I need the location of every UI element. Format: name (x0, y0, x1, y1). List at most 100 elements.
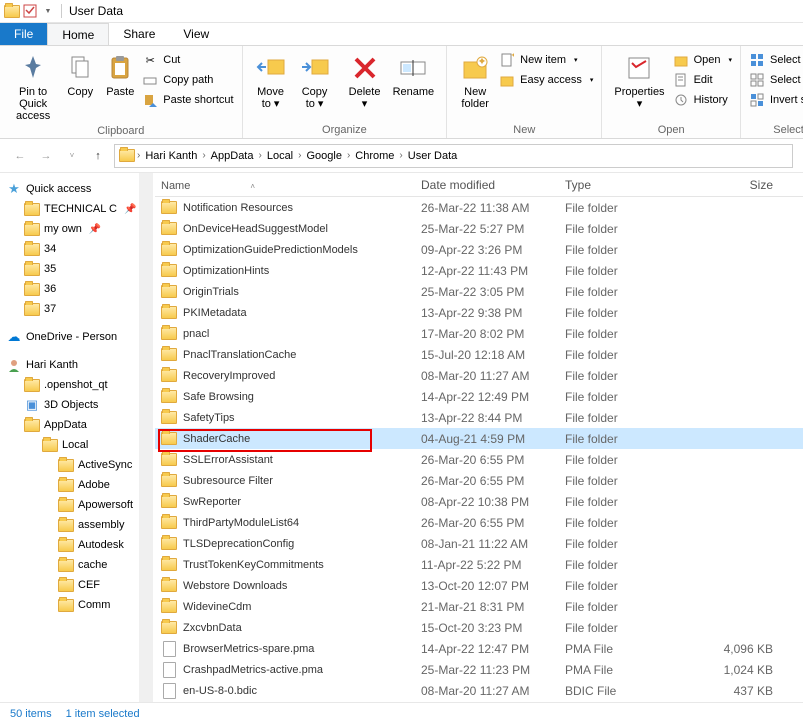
file-row[interactable]: SwReporter08-Apr-22 10:38 PMFile folder (155, 491, 803, 512)
file-row[interactable]: BrowserMetrics-spare.pma14-Apr-22 12:47 … (155, 638, 803, 659)
file-row[interactable]: Notification Resources26-Mar-22 11:38 AM… (155, 197, 803, 218)
file-size: 437 KB (681, 684, 803, 698)
dropdown-icon[interactable]: ▼ (40, 3, 56, 19)
save-icon[interactable] (22, 3, 38, 19)
tab-file[interactable]: File (0, 23, 47, 45)
tree-item[interactable]: Autodesk (0, 535, 155, 555)
copy-path-button[interactable]: Copy path (142, 72, 233, 88)
file-type: File folder (565, 495, 681, 509)
tree-quick-access[interactable]: ★Quick access (0, 179, 155, 199)
file-name: Webstore Downloads (183, 580, 287, 592)
file-row[interactable]: Webstore Downloads13-Oct-20 12:07 PMFile… (155, 575, 803, 596)
open-button[interactable]: Open▾ (673, 52, 732, 68)
breadcrumb-segment[interactable]: Hari Kanth (142, 150, 200, 162)
scrollbar-thumb[interactable] (139, 173, 153, 223)
new-folder-button[interactable]: ✦ Newfolder (453, 50, 497, 112)
breadcrumb-segment[interactable]: Chrome (352, 150, 397, 162)
file-row[interactable]: Safe Browsing14-Apr-22 12:49 PMFile fold… (155, 386, 803, 407)
tree-item[interactable]: 36 (0, 279, 155, 299)
file-name: en-US-8-0.bdic (183, 685, 257, 697)
paste-shortcut-button[interactable]: Paste shortcut (142, 92, 233, 108)
column-type[interactable]: Type (559, 178, 675, 192)
breadcrumb-segment[interactable]: Local (264, 150, 296, 162)
column-name[interactable]: Name˄ (155, 178, 415, 192)
paste-button[interactable]: Paste (100, 50, 140, 100)
edit-button[interactable]: Edit (673, 72, 732, 88)
column-date[interactable]: Date modified (415, 178, 559, 192)
up-button[interactable]: ↑ (88, 146, 108, 166)
nav-tree[interactable]: ★Quick access TECHNICAL C📌 my own📌 34 35… (0, 173, 155, 702)
file-row[interactable]: ZxcvbnData15-Oct-20 3:23 PMFile folder (155, 617, 803, 638)
file-row[interactable]: RecoveryImproved08-Mar-20 11:27 AMFile f… (155, 365, 803, 386)
tree-item[interactable]: ActiveSync (0, 455, 155, 475)
status-bar: 50 items 1 item selected (0, 702, 803, 724)
ribbon: Pin to Quickaccess Copy Paste ✂Cut Copy … (0, 46, 803, 139)
breadcrumb[interactable]: › Hari Kanth› AppData› Local› Google› Ch… (114, 144, 793, 168)
forward-button[interactable]: → (36, 146, 56, 166)
tree-item[interactable]: CEF (0, 575, 155, 595)
folder-icon (161, 389, 177, 405)
tab-share[interactable]: Share (109, 23, 169, 45)
tree-item[interactable]: Adobe (0, 475, 155, 495)
move-to-button[interactable]: Moveto ▾ (249, 50, 293, 112)
tree-item[interactable]: assembly (0, 515, 155, 535)
file-type: File folder (565, 621, 681, 635)
tree-user[interactable]: Hari Kanth (0, 355, 155, 375)
copy-button[interactable]: Copy (60, 50, 100, 100)
file-row[interactable]: pnacl17-Mar-20 8:02 PMFile folder (155, 323, 803, 344)
new-folder-icon: ✦ (459, 52, 491, 84)
tree-item[interactable]: Apowersoft (0, 495, 155, 515)
breadcrumb-segment[interactable]: Google (303, 150, 344, 162)
history-button[interactable]: History (673, 92, 732, 108)
tab-view[interactable]: View (169, 23, 223, 45)
file-row[interactable]: TrustTokenKeyCommitments11-Apr-22 5:22 P… (155, 554, 803, 575)
edit-icon (673, 72, 689, 88)
tree-item[interactable]: my own📌 (0, 219, 155, 239)
rename-button[interactable]: Rename (387, 50, 441, 100)
file-row[interactable]: ThirdPartyModuleList6426-Mar-20 6:55 PMF… (155, 512, 803, 533)
file-row[interactable]: CrashpadMetrics-active.pma25-Mar-22 11:2… (155, 659, 803, 680)
file-row[interactable]: PnaclTranslationCache15-Jul-20 12:18 AMF… (155, 344, 803, 365)
cut-button[interactable]: ✂Cut (142, 52, 233, 68)
properties-button[interactable]: Properties▾ (608, 50, 670, 112)
file-row[interactable]: PKIMetadata13-Apr-22 9:38 PMFile folder (155, 302, 803, 323)
file-row[interactable]: Subresource Filter26-Mar-20 6:55 PMFile … (155, 470, 803, 491)
tree-item[interactable]: TECHNICAL C📌 (0, 199, 155, 219)
file-row[interactable]: WidevineCdm21-Mar-21 8:31 PMFile folder (155, 596, 803, 617)
file-row[interactable]: OptimizationHints12-Apr-22 11:43 PMFile … (155, 260, 803, 281)
folder-icon (161, 200, 177, 216)
tree-item[interactable]: cache (0, 555, 155, 575)
copy-to-button[interactable]: Copyto ▾ (293, 50, 337, 112)
tree-item[interactable]: 37 (0, 299, 155, 319)
file-row[interactable]: SSLErrorAssistant26-Mar-20 6:55 PMFile f… (155, 449, 803, 470)
file-type: File folder (565, 453, 681, 467)
tree-item[interactable]: 35 (0, 259, 155, 279)
file-row[interactable]: en-US-8-0.bdic08-Mar-20 11:27 AMBDIC Fil… (155, 680, 803, 701)
select-all-button[interactable]: Select all (749, 52, 803, 68)
recent-dropdown[interactable]: ˅ (62, 146, 82, 166)
tree-item[interactable]: Comm (0, 595, 155, 615)
back-button[interactable]: ← (10, 146, 30, 166)
file-row[interactable]: SafetyTips13-Apr-22 8:44 PMFile folder (155, 407, 803, 428)
tree-item[interactable]: ▣3D Objects (0, 395, 155, 415)
delete-button[interactable]: Delete▾ (343, 50, 387, 112)
file-row[interactable]: OriginTrials25-Mar-22 3:05 PMFile folder (155, 281, 803, 302)
file-row[interactable]: OptimizationGuidePredictionModels09-Apr-… (155, 239, 803, 260)
tree-item[interactable]: Local (0, 435, 155, 455)
breadcrumb-segment[interactable]: AppData (208, 150, 257, 162)
tree-item[interactable]: AppData (0, 415, 155, 435)
tree-onedrive[interactable]: ☁OneDrive - Person (0, 327, 155, 347)
file-row[interactable]: OnDeviceHeadSuggestModel25-Mar-22 5:27 P… (155, 218, 803, 239)
breadcrumb-segment[interactable]: User Data (405, 150, 461, 162)
select-none-button[interactable]: Select none (749, 72, 803, 88)
easy-access-button[interactable]: Easy access▾ (499, 72, 593, 88)
file-date: 04-Aug-21 4:59 PM (421, 432, 565, 446)
file-row[interactable]: TLSDeprecationConfig08-Jan-21 11:22 AMFi… (155, 533, 803, 554)
tab-home[interactable]: Home (47, 23, 109, 45)
column-size[interactable]: Size (675, 178, 803, 192)
pin-quick-access-button[interactable]: Pin to Quickaccess (6, 50, 60, 124)
invert-selection-button[interactable]: Invert sele (749, 92, 803, 108)
tree-item[interactable]: 34 (0, 239, 155, 259)
tree-item[interactable]: .openshot_qt (0, 375, 155, 395)
new-item-button[interactable]: ✦New item▾ (499, 52, 593, 68)
